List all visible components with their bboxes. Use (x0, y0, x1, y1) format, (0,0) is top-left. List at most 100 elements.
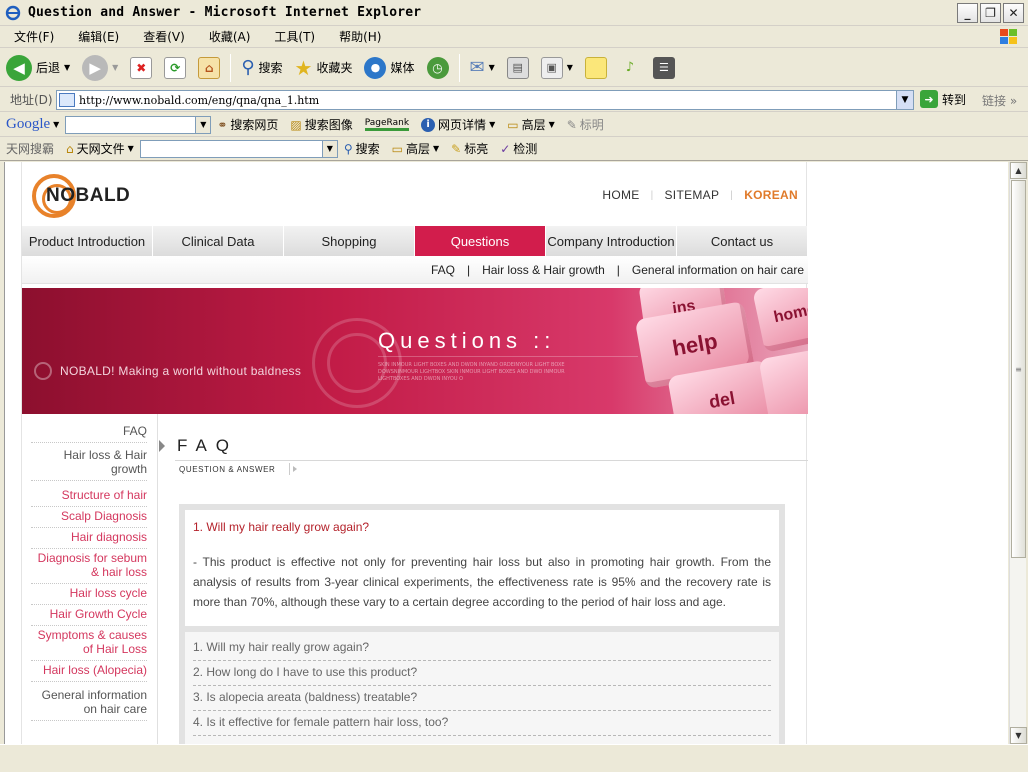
google-search-input[interactable]: ▼ (65, 115, 212, 134)
menu-file[interactable]: 文件(F) (0, 28, 64, 45)
highlight-dropdown-icon: ▼ (548, 120, 555, 129)
sidebar-item-loss-cycle[interactable]: Hair loss cycle (31, 586, 147, 605)
messenger-button[interactable]: ♪ (613, 51, 647, 85)
tianwang-highlight-button[interactable]: ▭ 高层 ▼ (386, 140, 446, 157)
sidebar-item-structure[interactable]: Structure of hair (31, 488, 147, 507)
subnav-hair-loss[interactable]: Hair loss & Hair growth (482, 263, 605, 277)
scroll-down-button[interactable]: ▼ (1010, 727, 1027, 744)
research-icon: ☰ (652, 56, 675, 79)
subnav-faq[interactable]: FAQ (431, 263, 455, 277)
tab-clinical-data[interactable]: Clinical Data (153, 226, 284, 256)
go-label: 转到 (942, 92, 967, 107)
tianwang-search-input[interactable]: ▼ (139, 139, 338, 158)
scroll-thumb[interactable]: ≡ (1011, 180, 1026, 558)
google-input-dropdown-icon[interactable]: ▼ (195, 116, 211, 133)
nobald-site: NOBALD HOME | SITEMAP | KOREAN Product I… (21, 162, 808, 744)
mark-button[interactable]: ✎ 标明 (561, 116, 610, 133)
qa-label-divider (289, 463, 290, 475)
restore-button[interactable]: ❐ (980, 3, 1001, 23)
answer-question: 1. Will my hair really grow again? (193, 520, 370, 534)
pagerank-indicator[interactable]: PageRank (359, 118, 415, 131)
minimize-button[interactable]: _ (957, 3, 978, 23)
back-dropdown-icon[interactable]: ▼ (64, 63, 70, 72)
menu-bar: 文件(F) 编辑(E) 查看(V) 收藏(A) 工具(T) 帮助(H) (0, 26, 1028, 48)
media-button[interactable]: ● 媒体 (358, 51, 420, 85)
history-button[interactable]: ◷ (421, 51, 455, 85)
menu-tools[interactable]: 工具(T) (260, 28, 325, 45)
sidebar-item-growth-cycle[interactable]: Hair Growth Cycle (31, 607, 147, 626)
question-list-item[interactable]: 1. Will my hair really grow again? (193, 636, 771, 661)
links-button[interactable]: 链接 » (982, 92, 1017, 109)
standard-toolbar: ◀ 后退 ▼ ▶ ▼ ✖ ⟳ ⌂ ⚲ 搜索 ★ 收藏夹 ● 媒体 ◷ ✉ ▼ ▤… (0, 49, 1028, 87)
qa-caret-icon (293, 466, 297, 472)
keyboard-key (758, 345, 808, 414)
window-title: Question and Answer - Microsoft Internet… (28, 5, 422, 20)
sidebar-item-hair-diagnosis[interactable]: Hair diagnosis (31, 530, 147, 549)
page-info-dropdown-icon: ▼ (489, 120, 496, 129)
tianwang-input-dropdown-icon[interactable]: ▼ (321, 140, 337, 157)
sitemap-link[interactable]: SITEMAP (665, 188, 720, 202)
sidebar-item-general[interactable]: General information on hair care (31, 688, 147, 721)
banner-title: Questions :: (378, 328, 556, 353)
sidebar-item-hair-loss-growth[interactable]: Hair loss & Hair growth (31, 448, 147, 481)
highlight-button[interactable]: ▭ 高层 ▼ (501, 116, 561, 133)
tab-shopping[interactable]: Shopping (284, 226, 415, 256)
question-list-item[interactable]: 2. How long do I have to use this produc… (193, 661, 771, 686)
tianwang-file-button[interactable]: ⌂ 天网文件 ▼ (60, 140, 140, 157)
search-web-button[interactable]: ⚭ 搜索网页 (211, 116, 284, 133)
forward-dropdown-icon[interactable]: ▼ (112, 63, 118, 72)
search-images-button[interactable]: ▨ 搜索图像 (284, 116, 358, 133)
address-label: 地址(D) (10, 93, 53, 107)
mail-dropdown-icon[interactable]: ▼ (489, 63, 495, 72)
sidebar-item-sebum[interactable]: Diagnosis for sebum & hair loss (31, 551, 147, 584)
sidebar-item-alopecia[interactable]: Hair loss (Alopecia) (31, 663, 147, 682)
scroll-up-button[interactable]: ▲ (1010, 162, 1027, 179)
korean-link[interactable]: KOREAN (744, 188, 798, 202)
home-link[interactable]: HOME (602, 188, 639, 202)
sidebar-item-scalp[interactable]: Scalp Diagnosis (31, 509, 147, 528)
page-info-button[interactable]: i 网页详情 ▼ (415, 116, 501, 133)
go-button[interactable]: ➜ 转到 (920, 90, 966, 108)
print-button[interactable]: ▤ (501, 51, 535, 85)
back-button[interactable]: ◀ 后退 ▼ (0, 51, 76, 85)
forward-button[interactable]: ▶ ▼ (76, 51, 124, 85)
sidebar-item-symptoms[interactable]: Symptoms & causes of Hair Loss (31, 628, 147, 661)
home-button[interactable]: ⌂ (192, 51, 226, 85)
favorites-button[interactable]: ★ 收藏夹 (289, 51, 359, 85)
mail-button[interactable]: ✉ ▼ (464, 51, 501, 85)
refresh-button[interactable]: ⟳ (158, 51, 192, 85)
tianwang-file-dropdown-icon: ▼ (127, 144, 134, 153)
question-list-item[interactable]: 4. Is it effective for female pattern ha… (193, 711, 771, 736)
tianwang-mark-button[interactable]: ✎ 标亮 (445, 140, 494, 157)
sidebar-item-faq[interactable]: FAQ (31, 424, 147, 443)
stop-button[interactable]: ✖ (124, 51, 158, 85)
tab-product-introduction[interactable]: Product Introduction (22, 226, 153, 256)
ie-logo-icon (4, 4, 22, 22)
close-button[interactable]: ✕ (1003, 3, 1024, 23)
tab-contact-us[interactable]: Contact us (677, 226, 808, 256)
tianwang-search-button[interactable]: ⚲ 搜索 (338, 140, 386, 157)
menu-edit[interactable]: 编辑(E) (64, 28, 129, 45)
google-logo-button[interactable]: Google ▼ (0, 116, 65, 133)
question-list-item[interactable]: 3. Is alopecia areata (baldness) treatab… (193, 686, 771, 711)
subnav-general[interactable]: General information on hair care (632, 263, 804, 277)
menu-help[interactable]: 帮助(H) (325, 28, 391, 45)
edit-dropdown-icon[interactable]: ▼ (567, 63, 573, 72)
slogan-ring-icon (34, 362, 52, 380)
address-input[interactable]: http://www.nobald.com/eng/qna/qna_1.htm … (56, 90, 914, 110)
windows-flag-icon (998, 27, 1020, 47)
nobald-logo[interactable]: NOBALD (32, 174, 130, 218)
notes-button[interactable] (579, 51, 613, 85)
address-dropdown-icon[interactable]: ▼ (896, 91, 913, 109)
mail-envelope-icon: ✉ (469, 57, 485, 78)
menu-view[interactable]: 查看(V) (129, 28, 195, 45)
image-search-icon: ▨ (290, 117, 302, 132)
search-button[interactable]: ⚲ 搜索 (235, 51, 288, 85)
menu-favorites[interactable]: 收藏(A) (195, 28, 261, 45)
tab-company-introduction[interactable]: Company Introduction (546, 226, 677, 256)
vertical-scrollbar[interactable]: ▲ ≡ ▼ (1009, 162, 1027, 744)
edit-button[interactable]: ▣ ▼ (535, 51, 579, 85)
research-button[interactable]: ☰ (647, 51, 681, 85)
tab-questions[interactable]: Questions (415, 226, 546, 256)
tianwang-detect-button[interactable]: ✓ 检测 (494, 140, 543, 157)
